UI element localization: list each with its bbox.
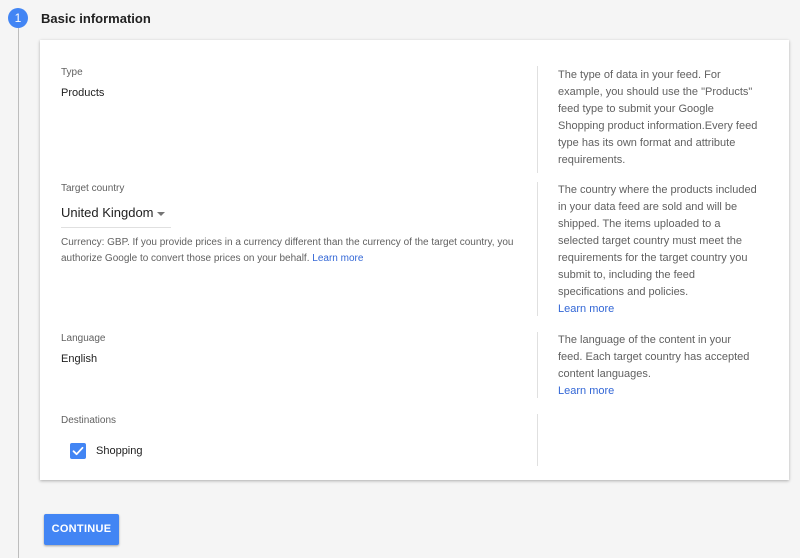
shopping-checkbox[interactable] <box>70 443 86 459</box>
basic-information-card: Type Products The type of data in your f… <box>40 40 789 480</box>
currency-hint-text: Currency: GBP. If you provide prices in … <box>61 237 514 264</box>
language-row: Language English The language of the con… <box>40 332 789 398</box>
language-label: Language <box>61 333 106 344</box>
language-help: The language of the content in your feed… <box>558 332 758 400</box>
destinations-divider <box>537 414 538 466</box>
type-divider <box>537 66 538 173</box>
language-field: Language English <box>61 332 521 365</box>
target-country-select[interactable]: United Kingdom <box>61 203 171 228</box>
currency-learn-more-link[interactable]: Learn more <box>312 253 363 264</box>
language-learn-more-link[interactable]: Learn more <box>558 385 614 397</box>
checkmark-icon <box>72 446 84 456</box>
language-divider <box>537 332 538 398</box>
type-value: Products <box>61 87 105 99</box>
target-country-value: United Kingdom <box>61 205 154 220</box>
target-country-help-text: The country where the products included … <box>558 184 757 298</box>
stepper-line <box>18 28 19 558</box>
target-country-learn-more-link[interactable]: Learn more <box>558 303 614 315</box>
step-title: Basic information <box>41 11 151 26</box>
target-country-field: Target country United Kingdom Currency: … <box>61 182 521 322</box>
dropdown-arrow-icon <box>157 212 165 216</box>
language-help-text: The language of the content in your feed… <box>558 334 750 380</box>
type-row: Type Products The type of data in your f… <box>40 66 789 176</box>
target-country-row: Target country United Kingdom Currency: … <box>40 182 789 322</box>
destinations-label: Destinations <box>61 415 117 426</box>
target-country-divider <box>537 182 538 316</box>
continue-button[interactable]: CONTINUE <box>44 514 119 545</box>
destinations-row: Destinations Shopping <box>40 414 789 468</box>
type-help: The type of data in your feed. For examp… <box>558 67 758 169</box>
type-label: Type <box>61 67 83 78</box>
type-help-text: The type of data in your feed. For examp… <box>558 69 758 166</box>
shopping-checkbox-label: Shopping <box>96 445 143 457</box>
destinations-field: Destinations Shopping <box>61 414 521 459</box>
step-number-badge: 1 <box>8 8 28 28</box>
target-country-help: The country where the products included … <box>558 182 758 318</box>
type-field: Type Products <box>61 66 521 99</box>
target-country-label: Target country <box>61 183 125 194</box>
language-value: English <box>61 353 98 365</box>
currency-hint: Currency: GBP. If you provide prices in … <box>61 235 521 267</box>
